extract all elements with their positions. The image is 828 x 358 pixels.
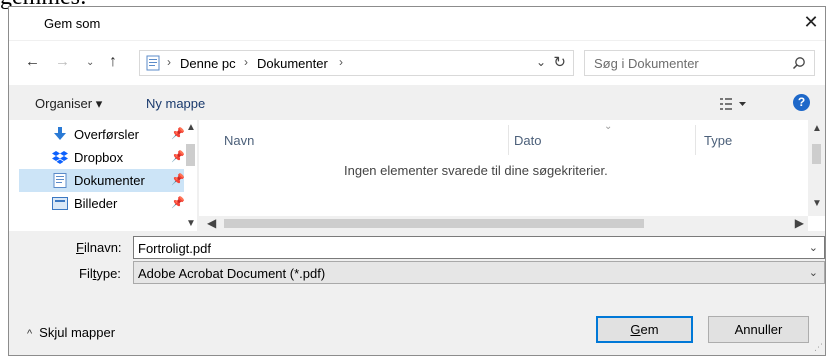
help-icon[interactable]: ?	[793, 94, 810, 111]
scroll-up-icon[interactable]: ▲	[812, 123, 822, 134]
filename-field[interactable]: Fortroligt.pdf ⌄	[133, 236, 825, 259]
save-button[interactable]: Gem	[596, 316, 693, 343]
scroll-down-icon[interactable]: ▼	[812, 198, 822, 209]
column-divider[interactable]	[695, 125, 696, 155]
file-list-horizontal-scrollbar[interactable]: ◀ ▶	[199, 216, 808, 231]
save-as-dialog: Gem som ✕ ← → ⌄ ↑ › Denne pc › Dokumente…	[8, 6, 826, 356]
scroll-down-icon[interactable]: ▼	[186, 218, 196, 229]
breadcrumb-documents[interactable]: Dokumenter	[257, 56, 328, 71]
pin-icon[interactable]: 📌	[171, 196, 185, 209]
organise-menu[interactable]: Organiser ▾	[35, 96, 102, 112]
address-bar[interactable]: › Denne pc › Dokumenter › ⌄ ↻	[139, 50, 574, 76]
filetype-label: Filtype:	[79, 266, 121, 281]
filetype-value: Adobe Acrobat Document (*.pdf)	[138, 266, 326, 281]
refresh-icon[interactable]: ↻	[553, 53, 566, 71]
nav-item-pictures[interactable]: Billeder 📌	[19, 192, 185, 215]
address-history-dropdown-icon[interactable]: ⌄	[536, 55, 546, 69]
resize-grip-icon[interactable]: ⋰	[814, 342, 823, 353]
column-header-date[interactable]: Dato	[514, 133, 541, 148]
nav-item-label: Dropbox	[74, 150, 124, 165]
search-placeholder: Søg i Dokumenter	[594, 56, 699, 71]
command-toolbar: Organiser ▾ Ny mappe ?	[9, 87, 825, 120]
nav-item-label: Dokumenter	[74, 173, 145, 188]
nav-item-downloads[interactable]: Overførsler 📌	[19, 123, 185, 146]
navigation-pane: Overførsler 📌 Dropbox 📌 Dokumenter 📌 Bil…	[9, 120, 197, 231]
back-arrow-icon[interactable]: ←	[25, 53, 40, 70]
scroll-right-icon[interactable]: ▶	[795, 216, 804, 230]
nav-pane-scrollbar[interactable]: ▲ ▼	[184, 120, 197, 231]
dialog-title: Gem som	[44, 16, 101, 31]
pin-icon[interactable]: 📌	[171, 173, 185, 186]
nav-item-label: Overførsler	[74, 127, 139, 142]
column-header-name[interactable]: Navn	[224, 133, 254, 148]
empty-results-message: Ingen elementer svarede til dine søgekri…	[344, 163, 608, 178]
column-divider[interactable]	[508, 125, 509, 155]
breadcrumb-separator-icon: ›	[244, 55, 248, 69]
up-arrow-icon[interactable]: ↑	[109, 53, 117, 71]
scroll-thumb[interactable]	[812, 144, 821, 164]
chevron-down-icon[interactable]: ⌄	[86, 57, 94, 68]
title-bar: Gem som ✕	[9, 7, 825, 40]
filename-label: Filnavn:	[76, 240, 122, 255]
pin-icon[interactable]: 📌	[171, 127, 185, 140]
chevron-down-icon[interactable]: ⌄	[809, 241, 818, 254]
breadcrumb-separator-icon[interactable]: ›	[339, 55, 343, 69]
column-header-type[interactable]: Type	[704, 133, 732, 148]
nav-item-dropbox[interactable]: Dropbox 📌	[19, 146, 185, 169]
cancel-button[interactable]: Annuller	[708, 316, 809, 343]
view-options-icon[interactable]	[720, 97, 748, 111]
scroll-thumb[interactable]	[224, 219, 644, 228]
chevron-down-icon[interactable]: ⌄	[809, 266, 818, 279]
sort-chevron-icon: ⌄	[604, 121, 613, 132]
nav-item-label: Billeder	[74, 196, 118, 211]
scroll-left-icon[interactable]: ◀	[207, 216, 216, 230]
filetype-select[interactable]: Adobe Acrobat Document (*.pdf) ⌄	[133, 261, 825, 284]
scroll-up-icon[interactable]: ▲	[186, 122, 196, 133]
close-icon[interactable]: ✕	[803, 13, 819, 31]
documents-icon	[53, 173, 67, 188]
forward-arrow-icon[interactable]: →	[55, 53, 70, 70]
search-box[interactable]: Søg i Dokumenter	[584, 50, 815, 76]
scroll-thumb[interactable]	[186, 144, 195, 166]
dropbox-icon	[52, 151, 68, 164]
file-list: Navn ⌄ Dato Type Ingen elementer svarede…	[199, 120, 825, 231]
hide-folders-toggle[interactable]: ^ Skjul mapper	[27, 325, 115, 340]
pin-icon[interactable]: 📌	[171, 150, 185, 163]
navigation-bar: ← → ⌄ ↑ › Denne pc › Dokumenter › ⌄ ↻ Sø…	[9, 41, 825, 85]
file-list-vertical-scrollbar[interactable]: ▲ ▼	[808, 120, 825, 216]
new-folder-button[interactable]: Ny mappe	[146, 96, 205, 111]
pictures-icon	[52, 197, 68, 210]
download-icon	[54, 127, 66, 140]
filename-value: Fortroligt.pdf	[138, 241, 211, 256]
chevron-up-icon: ^	[27, 328, 33, 340]
search-icon[interactable]	[792, 56, 806, 70]
breadcrumb-separator-icon: ›	[167, 55, 171, 69]
breadcrumb-this-pc[interactable]: Denne pc	[180, 56, 236, 71]
documents-folder-icon	[146, 55, 160, 71]
nav-item-documents[interactable]: Dokumenter 📌	[19, 169, 185, 192]
